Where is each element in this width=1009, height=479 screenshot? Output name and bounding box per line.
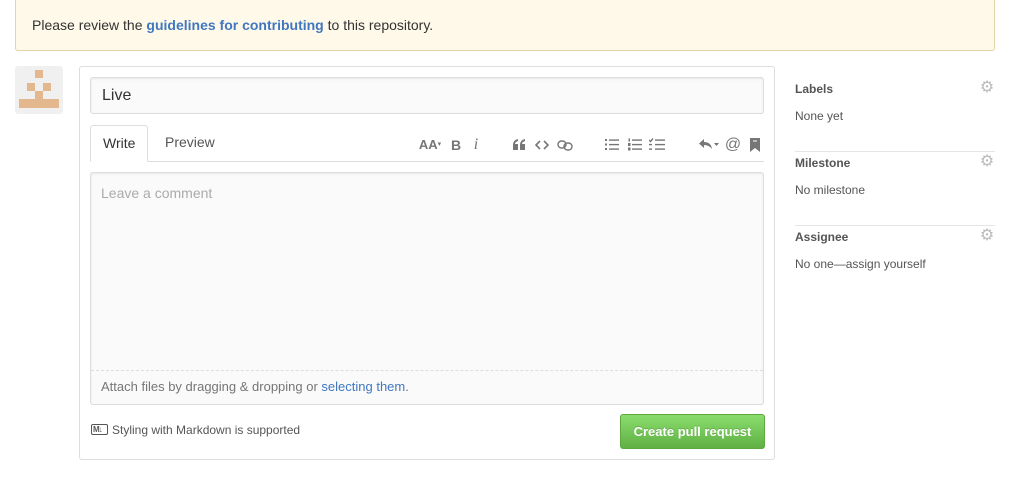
notice-suffix: to this repository. — [323, 17, 434, 33]
assignee-heading: Assignee — [795, 230, 849, 244]
sidebar-milestone: Milestone ⚙ No milestone — [795, 152, 995, 226]
comment-textarea[interactable] — [91, 173, 763, 370]
notice-prefix: Please review the — [32, 17, 147, 33]
pull-request-form: Write Preview AA▾ B i — [79, 66, 775, 460]
task-list-button[interactable] — [646, 135, 668, 155]
text-size-button[interactable]: AA▾ — [417, 135, 443, 155]
bookmark-button[interactable] — [744, 135, 766, 155]
code-icon — [534, 140, 550, 150]
mention-button[interactable]: @ — [722, 135, 744, 155]
saved-replies-button[interactable] — [696, 135, 722, 155]
labels-gear-icon[interactable]: ⚙ — [979, 80, 995, 96]
attach-text: Attach files by dragging & dropping or — [101, 379, 322, 394]
sidebar: Labels ⚙ None yet Milestone ⚙ No milesto… — [795, 78, 995, 300]
milestone-gear-icon[interactable]: ⚙ — [979, 154, 995, 170]
bookmark-icon — [750, 138, 760, 152]
milestone-value: No milestone — [795, 183, 866, 197]
task-list-icon — [648, 138, 665, 150]
bold-label: B — [450, 137, 462, 153]
assign-yourself-link[interactable]: No one—assign yourself — [795, 257, 926, 271]
unordered-list-icon — [605, 139, 619, 150]
reply-icon — [699, 139, 719, 149]
labels-value: None yet — [795, 109, 844, 123]
italic-label: i — [473, 136, 479, 153]
markdown-icon — [91, 422, 108, 438]
quote-button[interactable] — [508, 135, 530, 155]
unordered-list-button[interactable] — [601, 135, 623, 155]
title-input[interactable] — [90, 77, 764, 114]
labels-heading: Labels — [795, 82, 834, 96]
quote-icon — [513, 139, 525, 150]
ordered-list-button[interactable] — [624, 135, 646, 155]
link-icon — [557, 140, 573, 151]
guidelines-link[interactable]: guidelines for contributing — [146, 17, 323, 33]
attach-period: . — [405, 379, 409, 394]
assignee-gear-icon[interactable]: ⚙ — [979, 228, 995, 244]
avatar — [15, 66, 63, 114]
markdown-note[interactable]: Styling with Markdown is supported — [91, 422, 300, 438]
contributing-guidelines-notice: Please review the guidelines for contrib… — [15, 0, 995, 51]
create-pull-request-button[interactable]: Create pull request — [620, 414, 765, 449]
italic-button[interactable]: i — [465, 135, 487, 155]
markdown-note-text: Styling with Markdown is supported — [112, 423, 301, 437]
bold-button[interactable]: B — [445, 135, 467, 155]
sidebar-labels: Labels ⚙ None yet — [795, 78, 995, 152]
select-files-link[interactable]: selecting them — [321, 379, 405, 394]
ordered-list-icon — [628, 138, 642, 151]
mention-label: @ — [724, 136, 742, 153]
text-size-label: AA — [418, 137, 438, 152]
file-attach-zone[interactable]: Attach files by dragging & dropping or s… — [91, 370, 763, 404]
code-button[interactable] — [531, 135, 553, 155]
comment-box: Attach files by dragging & dropping or s… — [90, 172, 764, 405]
sidebar-assignee: Assignee ⚙ No one—assign yourself — [795, 226, 995, 300]
milestone-heading: Milestone — [795, 156, 851, 170]
markdown-toolbar: AA▾ B i @ — [80, 135, 776, 155]
link-button[interactable] — [554, 135, 576, 155]
